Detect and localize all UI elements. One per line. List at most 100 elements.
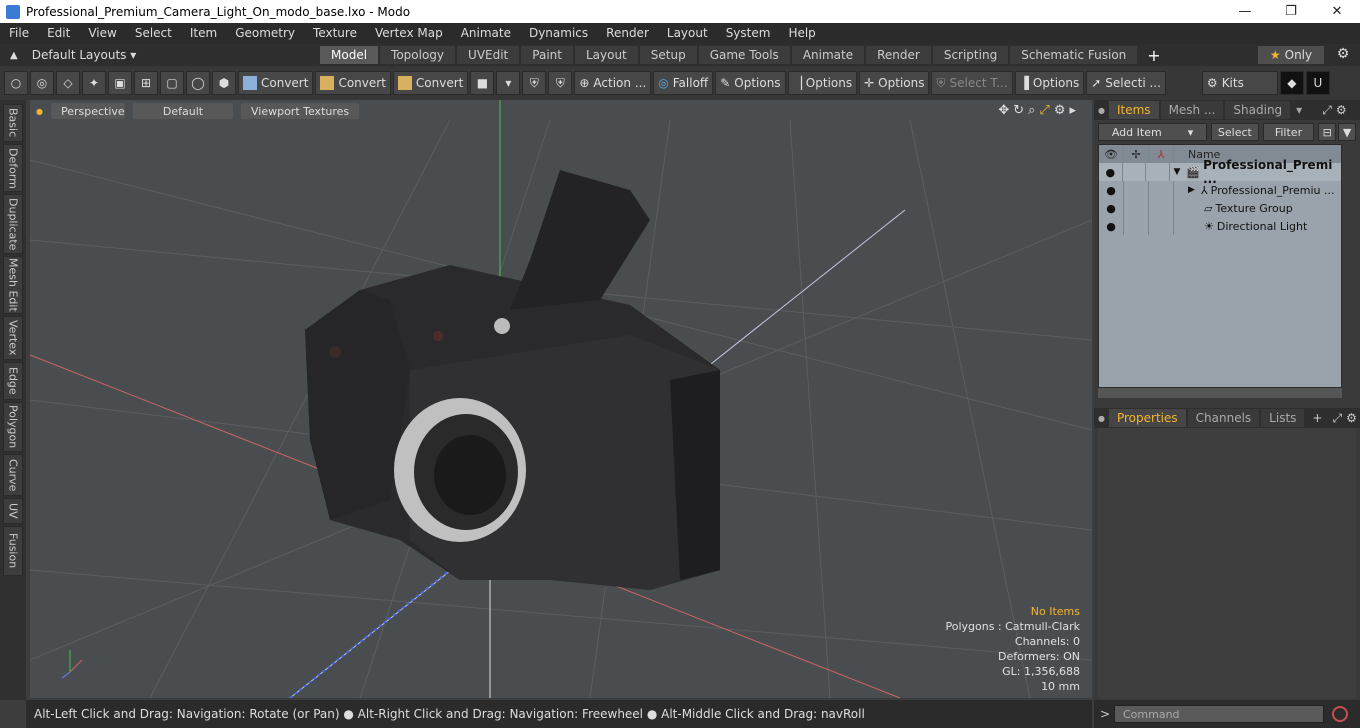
filter-button[interactable]: Filter [1262,123,1315,141]
expand-arrow-icon[interactable]: ▶ [1188,185,1195,195]
add-props-tab-icon[interactable]: + [1312,411,1322,425]
tab-menu-arrow-icon[interactable]: ▾ [1296,103,1302,117]
menu-animate[interactable]: Animate [452,23,520,44]
pivot-mode-icon[interactable]: ⊞ [134,71,158,95]
menu-vertex-map[interactable]: Vertex Map [366,23,452,44]
item-list-scrollbar[interactable] [1098,388,1342,398]
menu-help[interactable]: Help [779,23,824,44]
only-toggle[interactable]: ★ Only [1258,46,1324,64]
tab-mesh[interactable]: Mesh ... [1160,101,1224,119]
rotate-view-icon[interactable]: ↻ [1013,103,1024,118]
menu-edit[interactable]: Edit [38,23,79,44]
add-tab-icon[interactable]: + [1147,46,1160,65]
select-button[interactable]: Select [1211,123,1259,141]
sidebar-tab-edge[interactable]: Edge [3,362,23,400]
tab-render[interactable]: Render [866,46,931,64]
menu-dynamics[interactable]: Dynamics [520,23,597,44]
close-button[interactable]: ✕ [1314,0,1360,23]
falloff-button[interactable]: ◎ Falloff [653,71,714,95]
maximize-button[interactable]: ❐ [1268,0,1314,23]
zoom-view-icon[interactable]: ⌕ [1028,103,1035,118]
sidebar-tab-mesh-edit[interactable]: Mesh Edit [3,256,23,314]
action-center-button[interactable]: ⊕ Action ... [574,71,652,95]
menu-layout[interactable]: Layout [658,23,717,44]
convert-button-1[interactable]: Convert [238,71,314,95]
sidebar-tab-vertex[interactable]: Vertex [3,316,23,360]
menu-render[interactable]: Render [597,23,658,44]
menu-geometry[interactable]: Geometry [226,23,304,44]
default-layouts-dropdown[interactable]: ▲ Default Layouts ▾ [0,48,320,62]
visibility-eye-icon[interactable]: ● [1099,163,1123,181]
list-item[interactable]: ● ▶ ⅄ Professional_Premiu ... [1099,181,1341,199]
menu-texture[interactable]: Texture [304,23,366,44]
convert-button-3[interactable]: Convert [392,71,469,95]
tab-schematic-fusion[interactable]: Schematic Fusion [1010,46,1138,64]
tab-model[interactable]: Model [320,46,379,64]
viewport-dot-icon[interactable]: ● [36,107,43,116]
visibility-eye-icon[interactable]: ● [1099,199,1124,217]
tab-shading[interactable]: Shading [1225,101,1291,119]
menu-file[interactable]: File [0,23,38,44]
list-item[interactable]: ● ▱ Texture Group [1099,199,1341,217]
options-button-1[interactable]: ✎ Options [715,71,786,95]
viewport-menu-arrow-icon[interactable]: ▸ [1069,103,1076,118]
sidebar-tab-basic[interactable]: Basic [3,104,23,142]
command-input[interactable]: Command [1114,705,1324,723]
options-button-2[interactable]: ▕ Options [787,71,858,95]
dropdown-arrow-icon[interactable]: ▾ [496,71,521,95]
visibility-eye-icon[interactable]: ● [1099,217,1124,235]
tab-game-tools[interactable]: Game Tools [698,46,790,64]
sidebar-tab-deform[interactable]: Deform [3,144,23,192]
kits-button[interactable]: ⚙ Kits [1201,71,1278,95]
tab-setup[interactable]: Setup [639,46,697,64]
record-macro-icon[interactable] [1332,706,1348,722]
tab-animate[interactable]: Animate [791,46,865,64]
tab-layout[interactable]: Layout [574,46,638,64]
vertices-mode-icon[interactable]: ○ [4,71,28,95]
unity-icon[interactable]: ◆ [1279,71,1304,95]
symmetry-icon[interactable]: ⛨ [522,71,547,95]
options-button-3[interactable]: ✛ Options [859,71,930,95]
tab-scripting[interactable]: Scripting [932,46,1009,64]
tab-lists[interactable]: Lists [1261,409,1305,427]
sidebar-tab-fusion[interactable]: Fusion [3,526,23,576]
minimize-button[interactable]: — [1222,0,1268,23]
materials-mode-icon[interactable]: ▣ [108,71,132,95]
list-item[interactable]: ● ▼ 🎬 Professional_Premi ... [1099,158,1341,186]
expand-panel-icon[interactable]: ⤢ [1322,103,1332,118]
viewport-settings-icon[interactable]: ⚙ [1054,103,1066,118]
panel-settings-icon[interactable]: ⚙ [1336,103,1347,117]
3d-viewport[interactable]: ● Perspective Default Viewport Textures … [30,100,1092,698]
tab-channels[interactable]: Channels [1187,409,1260,427]
shield-icon[interactable]: ⬢ [212,71,236,95]
tab-uvedit[interactable]: UVEdit [457,46,520,64]
collapse-icon[interactable]: ⊟ [1318,123,1337,141]
menu-select[interactable]: Select [126,23,181,44]
menu-item[interactable]: Item [181,23,226,44]
fit-view-icon[interactable]: ⤢ [1039,103,1049,118]
polygons-mode-icon[interactable]: ◇ [56,71,80,95]
tab-items[interactable]: Items [1108,101,1159,119]
sidebar-tab-uv[interactable]: UV [3,498,23,524]
visibility-eye-icon[interactable]: ● [1099,181,1124,199]
view-perspective-button[interactable]: Perspective [50,103,125,119]
list-item[interactable]: ● ☀ Directional Light [1099,217,1341,235]
unreal-icon[interactable]: U [1305,71,1330,95]
menu-view[interactable]: View [79,23,125,44]
funnel-icon[interactable]: ▼ [1338,123,1356,141]
viewport-textures-button[interactable]: Viewport Textures [240,103,360,119]
options-button-4[interactable]: ▐ Options [1014,71,1085,95]
items-mode-icon[interactable]: ✦ [82,71,106,95]
add-item-button[interactable]: Add Item ▾ [1098,123,1208,141]
tab-topology[interactable]: Topology [380,46,456,64]
expand-arrow-icon[interactable]: ▼ [1174,167,1181,177]
gear-icon[interactable]: ⚙ [1334,46,1352,64]
cube-icon[interactable]: ■ [470,71,495,95]
center-mode-icon[interactable]: ▢ [160,71,184,95]
sidebar-tab-duplicate[interactable]: Duplicate [3,194,23,254]
snap-mode-icon[interactable]: ◯ [186,71,210,95]
edges-mode-icon[interactable]: ◎ [30,71,54,95]
tab-paint[interactable]: Paint [521,46,573,64]
sidebar-tab-curve[interactable]: Curve [3,454,23,496]
selection-button[interactable]: ➚ Selecti ... [1086,71,1166,95]
